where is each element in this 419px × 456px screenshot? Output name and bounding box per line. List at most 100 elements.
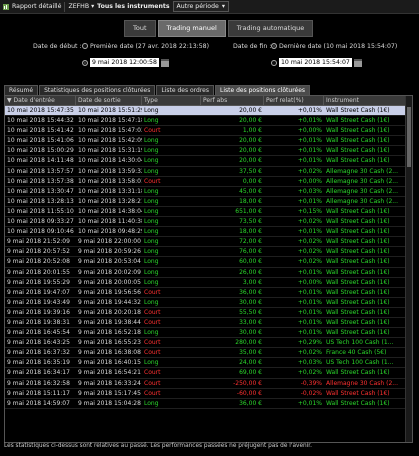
- cell-instrument: Allemagne 30 Cash (2...: [326, 177, 398, 185]
- table-row[interactable]: 9 mai 2018 20:52:08 9 mai 2018 20:53:04 Lo…: [5, 257, 412, 268]
- disclaimer-text: Les statistiques ci-dessus sont relative…: [4, 443, 312, 449]
- table-row[interactable]: 10 mai 2018 13:28:13 10 mai 2018 13:28:21…: [5, 197, 412, 207]
- table-row[interactable]: 9 mai 2018 19:38:31 9 mai 2018 19:38:44 Co…: [5, 318, 412, 329]
- end-last-option[interactable]: Dernière date (10 mai 2018 15:54:07): [271, 43, 397, 50]
- cell-perf-rel: +0,00%: [297, 278, 322, 286]
- cell-type: Long: [144, 187, 159, 195]
- cell-perf-rel: +0,02%: [297, 238, 322, 246]
- radio-selected-icon[interactable]: [271, 43, 277, 49]
- table-row[interactable]: 10 mai 2018 11:55:10 10 mai 2018 14:38:04…: [5, 207, 412, 218]
- cell-exit-date: 9 mai 2018 22:00:00: [78, 238, 141, 246]
- radio-icon[interactable]: [271, 59, 277, 66]
- report-icon: [3, 3, 9, 10]
- cell-perf-abs: 33,00 €: [239, 318, 262, 326]
- mode-manual-button[interactable]: Trading manuel: [157, 20, 226, 37]
- table-row[interactable]: 10 mai 2018 15:47:35 10 mai 2018 15:51:29…: [5, 106, 412, 117]
- table-row[interactable]: 10 mai 2018 14:11:48 10 mai 2018 14:30:04…: [5, 156, 412, 167]
- cell-instrument: Wall Street Cash (1€): [326, 369, 390, 377]
- scrollbar-thumb[interactable]: [407, 107, 411, 167]
- cell-exit-date: 9 mai 2018 20:02:09: [78, 268, 141, 276]
- tab-orders[interactable]: Liste des ordres: [156, 85, 214, 95]
- cell-entry-date: 10 mai 2018 15:41:06: [7, 137, 74, 145]
- tab-summary[interactable]: Résumé: [4, 85, 39, 95]
- cell-instrument: Wall Street Cash (1€): [326, 318, 390, 326]
- column-header-type[interactable]: Type: [142, 96, 201, 105]
- cell-instrument: Wall Street Cash (1€): [326, 298, 390, 306]
- cell-exit-date: 10 mai 2018 15:47:03: [78, 127, 142, 135]
- table-row[interactable]: 10 mai 2018 15:44:32 10 mai 2018 15:47:18…: [5, 116, 412, 127]
- cell-type: Long: [144, 278, 159, 286]
- cell-exit-date: 10 mai 2018 11:40:38: [78, 218, 142, 226]
- column-header-exit[interactable]: Date de sortie: [76, 96, 142, 105]
- table-row[interactable]: 9 mai 2018 15:11:17 9 mai 2018 15:17:45 Co…: [5, 389, 412, 399]
- column-header-instrument[interactable]: Instrument: [324, 96, 412, 105]
- start-first-option[interactable]: Première date (27 avr. 2018 22:13:58): [82, 43, 209, 50]
- cell-entry-date: 10 mai 2018 15:44:32: [7, 117, 74, 125]
- end-date-field[interactable]: 10 mai 2018 15:54:07: [279, 58, 352, 67]
- table-row[interactable]: 9 mai 2018 16:35:19 9 mai 2018 16:40:15 Lo…: [5, 358, 412, 369]
- calendar-icon[interactable]: [353, 58, 362, 67]
- cell-perf-abs: 37,50 €: [239, 167, 262, 175]
- table-row[interactable]: 9 mai 2018 16:43:25 9 mai 2018 16:55:23 Co…: [5, 338, 412, 349]
- start-date-field[interactable]: 9 mai 2018 12:00:58: [90, 58, 159, 67]
- cell-type: Long: [144, 228, 159, 236]
- cell-entry-date: 9 mai 2018 16:35:19: [7, 359, 70, 367]
- cell-perf-rel: +0,02%: [297, 369, 322, 377]
- account-selector[interactable]: ZEFHB ▾: [68, 3, 94, 10]
- cell-perf-abs: 20,00 €: [239, 137, 262, 145]
- cell-entry-date: 10 mai 2018 09:10:46: [7, 228, 74, 236]
- cell-instrument: Wall Street Cash (1€): [326, 117, 390, 125]
- cell-exit-date: 9 mai 2018 16:38:08: [78, 349, 141, 357]
- cell-entry-date: 9 mai 2018 20:52:08: [7, 258, 70, 266]
- cell-type: Long: [144, 238, 159, 246]
- mode-auto-button[interactable]: Trading automatique: [227, 20, 314, 37]
- table-row[interactable]: 9 mai 2018 16:32:58 9 mai 2018 16:33:24 Co…: [5, 379, 412, 389]
- cell-exit-date: 9 mai 2018 20:59:26: [78, 248, 141, 256]
- table-row[interactable]: 9 mai 2018 14:59:07 9 mai 2018 15:04:28 Lo…: [5, 399, 412, 409]
- tab-closed-stats[interactable]: Statistiques des positions clôturées: [39, 85, 156, 95]
- table-row[interactable]: 9 mai 2018 16:37:32 9 mai 2018 16:38:08 Co…: [5, 348, 412, 359]
- cell-type: Court: [144, 288, 161, 296]
- column-header-abs[interactable]: Perf abs: [201, 96, 264, 105]
- radio-selected-icon[interactable]: [82, 59, 88, 66]
- table-row[interactable]: 9 mai 2018 19:47:07 9 mai 2018 19:56:56 Co…: [5, 288, 412, 298]
- table-row[interactable]: 10 mai 2018 09:10:46 10 mai 2018 09:48:29…: [5, 227, 412, 238]
- end-custom-option[interactable]: 10 mai 2018 15:54:07: [271, 58, 362, 67]
- table-row[interactable]: 9 mai 2018 20:01:55 9 mai 2018 20:02:09 Lo…: [5, 268, 412, 278]
- cell-type: Court: [144, 177, 161, 185]
- table-row[interactable]: 10 mai 2018 15:00:29 10 mai 2018 15:31:19…: [5, 146, 412, 157]
- cell-type: Court: [144, 127, 161, 135]
- table-row[interactable]: 9 mai 2018 16:45:54 9 mai 2018 16:52:18 Lo…: [5, 328, 412, 339]
- start-custom-option[interactable]: 9 mai 2018 12:00:58: [82, 58, 169, 67]
- column-header-entry[interactable]: ▼ Date d'entrée: [5, 96, 76, 105]
- table-row[interactable]: 10 mai 2018 13:57:57 10 mai 2018 13:59:32…: [5, 167, 412, 177]
- table-row[interactable]: 9 mai 2018 16:34:17 9 mai 2018 16:54:21 Co…: [5, 368, 412, 379]
- mode-all-button[interactable]: Tout: [124, 20, 156, 37]
- cell-perf-rel: +0,02%: [297, 167, 322, 175]
- tab-closed-positions[interactable]: Liste des positions clôturées: [215, 85, 311, 95]
- calendar-icon[interactable]: [160, 58, 169, 67]
- table-row[interactable]: 9 mai 2018 19:55:29 9 mai 2018 20:00:05 Lo…: [5, 278, 412, 288]
- radio-icon[interactable]: [82, 43, 88, 49]
- table-row[interactable]: 10 mai 2018 13:30:47 10 mai 2018 13:31:18…: [5, 187, 412, 197]
- period-selector[interactable]: Autre période ▾: [172, 1, 229, 12]
- report-menu[interactable]: Rapport détaillé: [2, 3, 61, 11]
- table-row[interactable]: 10 mai 2018 09:33:27 10 mai 2018 11:40:38…: [5, 217, 412, 228]
- cell-perf-rel: +0,01%: [297, 329, 322, 337]
- table-row[interactable]: 10 mai 2018 13:57:38 10 mai 2018 13:58:01…: [5, 177, 412, 187]
- table-row[interactable]: 9 mai 2018 21:52:09 9 mai 2018 22:00:00 Lo…: [5, 237, 412, 248]
- table-row[interactable]: 10 mai 2018 15:41:42 10 mai 2018 15:47:03…: [5, 126, 412, 137]
- cell-perf-abs: 20,00 €: [239, 117, 262, 125]
- table-row[interactable]: 9 mai 2018 20:57:52 9 mai 2018 20:59:26 Lo…: [5, 247, 412, 258]
- vertical-scrollbar[interactable]: [405, 96, 412, 442]
- cell-perf-abs: 0,00 €: [242, 177, 262, 185]
- cell-type: Court: [144, 339, 161, 347]
- cell-instrument: Allemagne 30 Cash (2...: [326, 379, 398, 387]
- column-header-rel[interactable]: Perf relat(%): [264, 96, 324, 105]
- cell-exit-date: 9 mai 2018 19:44:32: [78, 298, 141, 306]
- instruments-selector[interactable]: Tous les instruments: [97, 3, 169, 10]
- cell-type: Long: [144, 107, 159, 114]
- table-row[interactable]: 10 mai 2018 15:41:06 10 mai 2018 15:42:09…: [5, 136, 412, 147]
- table-row[interactable]: 9 mai 2018 19:39:16 9 mai 2018 20:20:18 Co…: [5, 308, 412, 318]
- table-row[interactable]: 9 mai 2018 19:43:49 9 mai 2018 19:44:32 Lo…: [5, 298, 412, 308]
